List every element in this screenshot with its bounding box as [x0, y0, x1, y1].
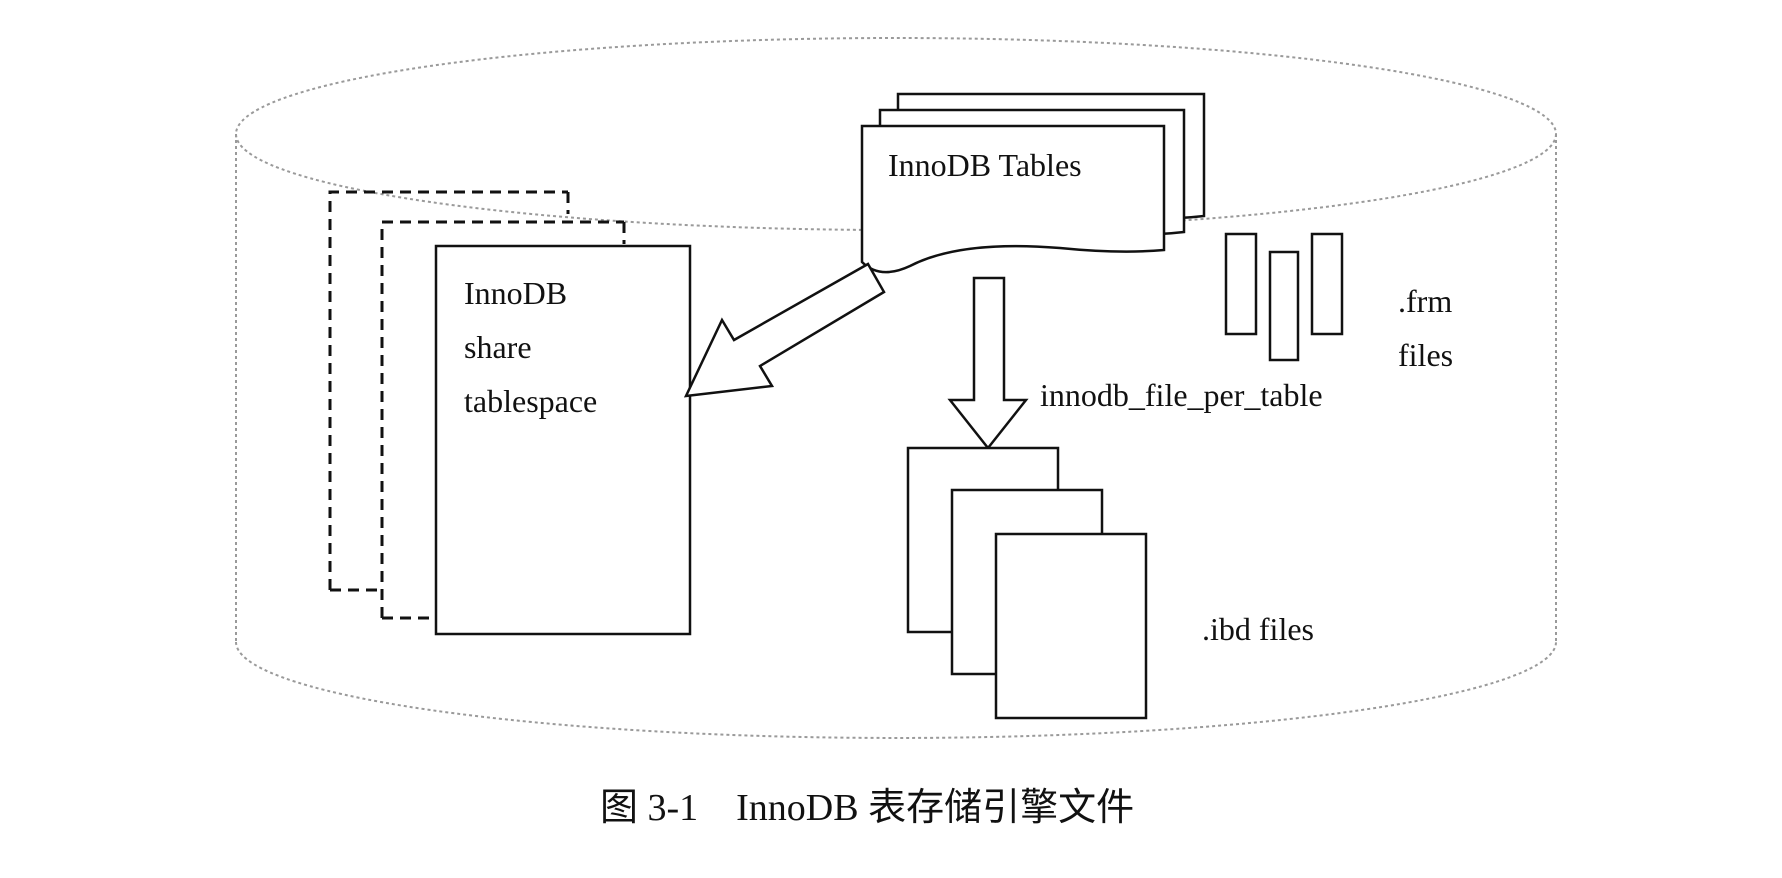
- frm-files: [1224, 232, 1344, 362]
- frm-label-line-1: .frm: [1398, 283, 1452, 319]
- ibd-files-stack: [906, 446, 1148, 720]
- arrow-to-shared-tablespace: [683, 262, 886, 398]
- tablespace-label-line-3: tablespace: [464, 383, 597, 419]
- tablespace-label-line-2: share: [464, 329, 532, 365]
- innodb-storage-diagram: InnoDB share tablespace InnoDB Tables in…: [235, 37, 1557, 829]
- tables-label: InnoDB Tables: [888, 147, 1082, 183]
- cylinder-bottom-arc: [235, 641, 1557, 739]
- innodb-tables-stack: InnoDB Tables: [860, 92, 1206, 274]
- shared-tablespace-stack: InnoDB share tablespace: [328, 190, 692, 636]
- arrow-to-ibd-files: [947, 276, 1029, 451]
- ibd-label: .ibd files: [1202, 611, 1314, 647]
- frm-label-line-2: files: [1398, 337, 1453, 373]
- ibd-page-front: [994, 532, 1148, 720]
- frm-file-2: [1268, 250, 1300, 362]
- figure-caption: 图 3-1 InnoDB 表存储引擎文件: [600, 787, 1134, 829]
- file-per-table-label: innodb_file_per_table: [1040, 377, 1323, 413]
- frm-file-3: [1310, 232, 1344, 336]
- tablespace-label-line-1: InnoDB: [464, 275, 567, 311]
- frm-file-1: [1224, 232, 1258, 336]
